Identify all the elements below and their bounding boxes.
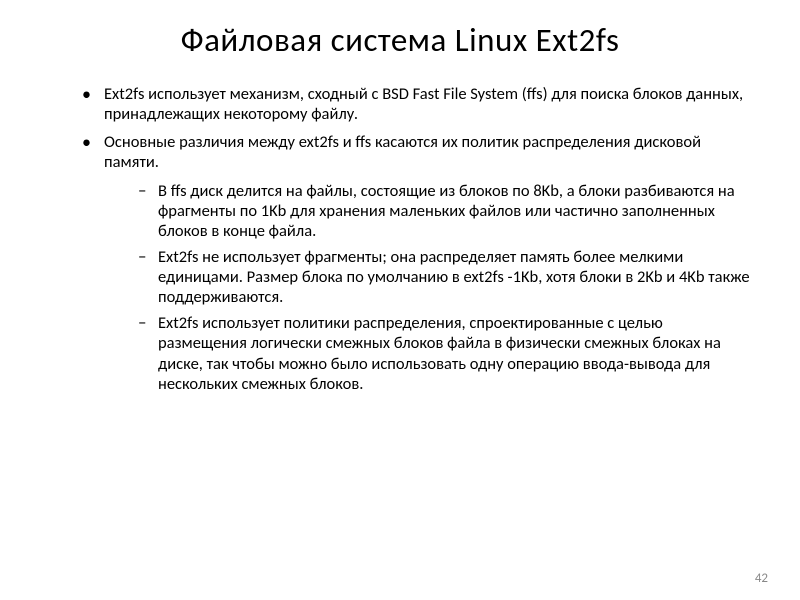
sub-bullet-text: Ext2fs не использует фрагменты; она расп…	[158, 247, 750, 307]
sub-bullet-item: Ext2fs использует политики распределения…	[136, 313, 750, 394]
bullet-item: Ext2fs использует механизм, сходный с BS…	[80, 84, 750, 124]
sub-bullet-text: В ffs диск делится на файлы, состоящие и…	[158, 181, 735, 241]
slide-title: Файловая система Linux Ext2fs	[50, 20, 750, 60]
bullet-text: Основные различия между ext2fs и ffs кас…	[104, 132, 701, 172]
bullet-list: Ext2fs использует механизм, сходный с BS…	[50, 84, 750, 394]
sub-bullet-text: Ext2fs использует политики распределения…	[158, 313, 721, 393]
bullet-text: Ext2fs использует механизм, сходный с BS…	[104, 84, 743, 124]
sub-bullet-list: В ffs диск делится на файлы, состоящие и…	[104, 181, 750, 394]
page-number: 42	[755, 571, 768, 586]
bullet-item: Основные различия между ext2fs и ffs кас…	[80, 132, 750, 394]
sub-bullet-item: Ext2fs не использует фрагменты; она расп…	[136, 247, 750, 307]
sub-bullet-item: В ffs диск делится на файлы, состоящие и…	[136, 181, 750, 241]
